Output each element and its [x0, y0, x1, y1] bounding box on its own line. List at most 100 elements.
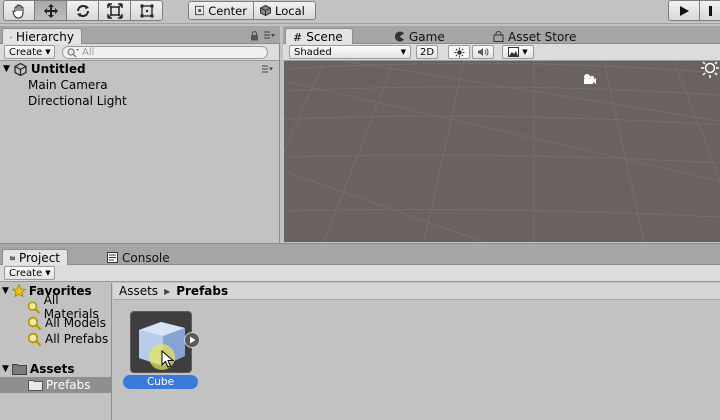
tab-project-label: Project	[18, 251, 60, 265]
breadcrumb-separator-icon: ▶	[164, 286, 171, 296]
sun-icon	[454, 47, 464, 57]
unity-scene-icon	[14, 62, 27, 76]
store-bag-icon	[493, 31, 504, 42]
dropdown-arrow-icon: ▼	[45, 48, 51, 56]
breadcrumb-prefabs[interactable]: Prefabs	[176, 284, 228, 298]
tab-console-label: Console	[122, 250, 170, 265]
expand-arrow-icon[interactable]: ▼	[2, 286, 9, 296]
2d-toggle-button[interactable]: 2D	[416, 45, 438, 59]
folder-icon	[11, 364, 27, 375]
project-tabbar: Project Console	[0, 247, 720, 266]
hierarchy-toolbar: Create ▼ All	[0, 44, 279, 61]
pivot-local-label: Local	[275, 3, 305, 18]
hierarchy-create-button[interactable]: Create ▼	[4, 45, 55, 59]
project-panel: Project Console Create ▼ ▼ Favorites All…	[0, 247, 720, 420]
shading-mode-dropdown[interactable]: Shaded ▼	[289, 45, 411, 59]
tab-console[interactable]: Console	[100, 249, 177, 266]
audio-toggle-button[interactable]	[472, 45, 494, 59]
transform-tools	[3, 0, 163, 22]
light-gizmo-icon[interactable]	[699, 61, 720, 79]
scale-icon	[106, 2, 123, 19]
favorites-item-label: All Models	[45, 316, 106, 330]
star-icon	[11, 284, 26, 298]
assets-label: Assets	[29, 362, 75, 376]
scene-tabbar: # Scene Game Asset Store	[283, 26, 720, 45]
pivot-local-button[interactable]: Local	[254, 1, 316, 20]
pivot-center-button[interactable]: Center	[188, 1, 254, 20]
expand-arrow-icon[interactable]: ▼	[3, 64, 10, 74]
effects-dropdown[interactable]: ▼	[502, 45, 534, 59]
grid-icon: #	[293, 30, 303, 44]
tab-scene[interactable]: # Scene	[285, 28, 353, 45]
search-placeholder: All	[82, 47, 95, 58]
favorites-item-all-prefabs[interactable]: All Prefabs	[27, 331, 108, 347]
scale-tool-button[interactable]	[99, 0, 131, 21]
scene-menu-icon[interactable]	[262, 65, 274, 73]
dropdown-arrow-icon: ▼	[45, 269, 51, 277]
panel-menu-icon[interactable]	[264, 31, 275, 40]
move-tool-button[interactable]	[35, 0, 67, 21]
expand-play-icon	[189, 336, 195, 344]
scene-root-row[interactable]: ▼ Untitled	[0, 61, 279, 77]
main-toolbar: Center Local	[0, 0, 720, 24]
search-favorite-icon	[27, 316, 42, 330]
tab-hierarchy-label: Hierarchy	[15, 30, 74, 44]
console-icon	[107, 252, 118, 263]
folder-icon	[10, 256, 15, 261]
prefab-expand-button[interactable]	[184, 332, 200, 348]
shading-mode-label: Shaded	[294, 46, 332, 58]
list-icon	[10, 36, 12, 38]
hierarchy-panel: Hierarchy Create ▼ All ▼ Untitled Main C…	[0, 26, 280, 243]
folder-icon	[28, 380, 43, 391]
dropdown-arrow-icon: ▼	[400, 48, 406, 56]
playmode-controls	[668, 0, 720, 21]
assets-item-label: Prefabs	[46, 378, 91, 392]
tab-asset-store-label: Asset Store	[508, 29, 577, 44]
favorites-item-all-models[interactable]: All Models	[27, 315, 106, 331]
search-icon	[67, 47, 79, 57]
asset-grid: Cube	[113, 300, 720, 420]
scene-panel: # Scene Game Asset Store Shaded ▼ 2D ▼	[283, 26, 720, 243]
breadcrumb: Assets ▶ Prefabs	[113, 283, 720, 300]
hand-tool-button[interactable]	[3, 0, 35, 21]
assets-item-prefabs[interactable]: Prefabs	[0, 377, 112, 393]
scene-grid	[284, 61, 720, 242]
scene-viewport[interactable]	[284, 61, 720, 242]
favorites-item-all-materials[interactable]: All Materials	[27, 293, 111, 321]
play-button[interactable]	[668, 0, 700, 21]
pause-button[interactable]	[700, 0, 720, 21]
tab-project[interactable]: Project	[2, 249, 68, 266]
speaker-icon	[478, 48, 489, 56]
project-create-label: Create	[9, 267, 43, 279]
scene-name: Untitled	[30, 62, 86, 76]
pivot-toggle-group: Center Local	[188, 1, 316, 20]
2d-toggle-label: 2D	[419, 46, 435, 58]
lighting-toggle-button[interactable]	[448, 45, 470, 59]
hierarchy-item-directional-light[interactable]: Directional Light	[28, 94, 127, 108]
hierarchy-tabbar: Hierarchy	[0, 26, 280, 45]
camera-gizmo-icon[interactable]	[581, 73, 597, 87]
hand-icon	[12, 4, 24, 18]
hierarchy-item-main-camera[interactable]: Main Camera	[28, 78, 108, 92]
asset-tile-cube[interactable]	[130, 311, 192, 373]
breadcrumb-assets[interactable]: Assets	[119, 284, 158, 298]
hierarchy-create-label: Create	[9, 46, 43, 58]
hierarchy-search-input[interactable]: All	[62, 46, 268, 59]
project-folder-tree: ▼ Favorites All Materials All Models All…	[0, 283, 112, 420]
assets-header[interactable]: ▼ Assets	[2, 361, 75, 377]
image-effects-icon	[508, 47, 520, 57]
rect-tool-button[interactable]	[131, 0, 163, 21]
tab-hierarchy[interactable]: Hierarchy	[2, 28, 82, 45]
tab-asset-store[interactable]: Asset Store	[486, 28, 583, 45]
search-favorite-icon	[27, 332, 42, 346]
cube-local-icon	[260, 5, 271, 16]
tab-game[interactable]: Game	[387, 28, 452, 45]
tab-scene-label: Scene	[306, 30, 343, 44]
pacman-icon	[395, 31, 404, 42]
mouse-cursor-icon	[161, 350, 175, 368]
expand-arrow-icon[interactable]: ▼	[2, 364, 9, 374]
rotate-tool-button[interactable]	[67, 0, 99, 21]
lock-icon[interactable]	[250, 31, 259, 41]
asset-name-label[interactable]: Cube	[123, 375, 198, 389]
project-create-button[interactable]: Create ▼	[4, 266, 55, 280]
